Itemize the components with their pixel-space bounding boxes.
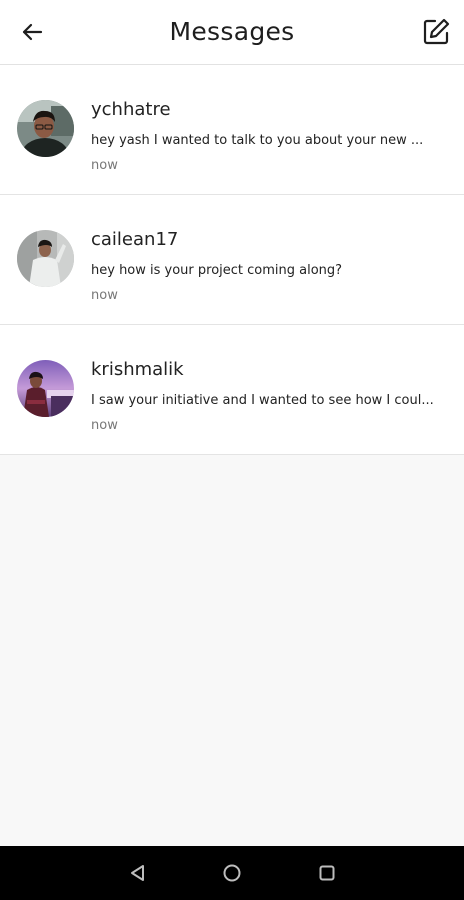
avatar[interactable] <box>17 360 74 417</box>
conversation-username: krishmalik <box>91 359 184 380</box>
triangle-back-icon <box>131 865 144 881</box>
conversation-preview: I saw your initiative and I wanted to se… <box>91 393 434 408</box>
system-back-button[interactable] <box>124 859 152 887</box>
conversation-item[interactable]: ychhatre hey yash I wanted to talk to yo… <box>0 65 464 195</box>
messages-screen: Messages ychhatre hey yash I wanted to t… <box>0 0 464 900</box>
conversation-item[interactable]: cailean17 hey how is your project coming… <box>0 195 464 325</box>
system-recents-button[interactable] <box>313 859 341 887</box>
circle-home-icon <box>223 864 241 882</box>
avatar[interactable] <box>17 100 74 157</box>
conversation-item[interactable]: krishmalik I saw your initiative and I w… <box>0 325 464 455</box>
conversation-username: ychhatre <box>91 99 171 120</box>
conversation-list: ychhatre hey yash I wanted to talk to yo… <box>0 65 464 455</box>
system-nav-bar <box>0 846 464 900</box>
conversation-username: cailean17 <box>91 229 179 250</box>
conversation-preview: hey how is your project coming along? <box>91 263 343 278</box>
system-home-button[interactable] <box>218 859 246 887</box>
conversation-time: now <box>91 288 118 303</box>
compose-icon <box>423 18 450 45</box>
app-bar: Messages <box>0 0 464 65</box>
square-recents-icon <box>319 865 335 881</box>
conversation-time: now <box>91 158 118 173</box>
avatar[interactable] <box>17 230 74 287</box>
page-title: Messages <box>169 17 295 46</box>
conversation-time: now <box>91 418 118 433</box>
compose-button[interactable] <box>418 14 454 50</box>
conversation-preview: hey yash I wanted to talk to you about y… <box>91 133 424 148</box>
